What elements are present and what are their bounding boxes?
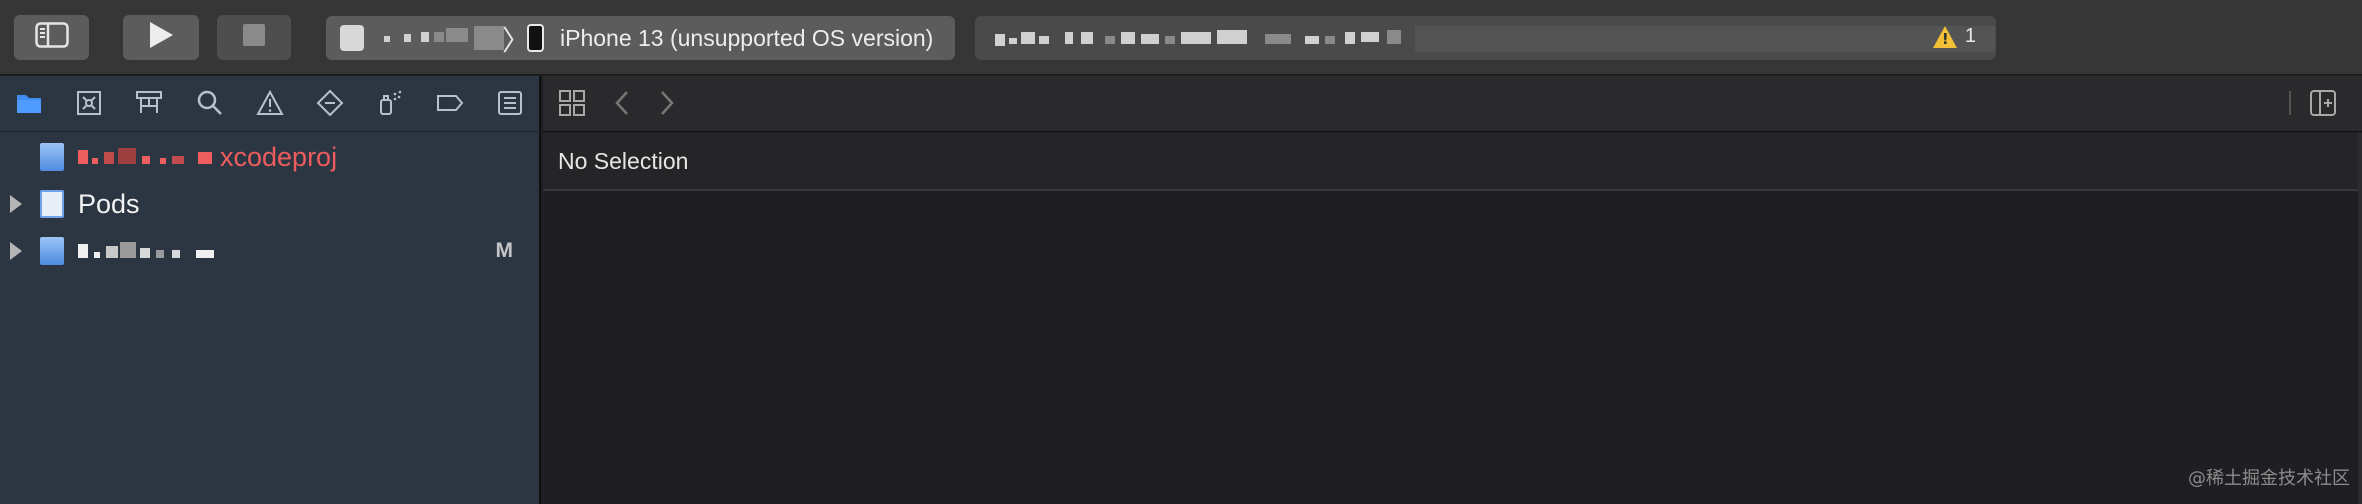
jump-bar: No Selection (543, 133, 2362, 191)
breakpoint-icon[interactable] (435, 88, 465, 118)
run-button[interactable] (123, 15, 199, 60)
modified-badge: M (495, 239, 514, 262)
source-control-icon[interactable] (74, 88, 104, 118)
project-filename: xcodeproj (220, 141, 338, 172)
issue-warning-icon[interactable] (255, 88, 285, 118)
forward-chevron-icon[interactable] (658, 89, 676, 122)
debug-spray-icon[interactable] (375, 88, 405, 118)
disclosure-triangle-icon[interactable] (10, 242, 22, 260)
stop-button[interactable] (217, 15, 291, 60)
project-navigator: xcodeproj Pods M (0, 76, 541, 504)
tree-item-pods[interactable]: Pods (0, 181, 541, 227)
editor-toolbar (543, 76, 2362, 132)
activity-view[interactable]: 1 (975, 16, 1996, 60)
hierarchy-icon[interactable] (134, 88, 164, 118)
watermark-text: @稀土掘金技术社区 (2188, 468, 2350, 489)
warning-icon (1932, 25, 1957, 48)
stop-icon (242, 23, 266, 52)
chevron-right-icon: 〉 (502, 25, 531, 56)
xcodeproj-file-icon (40, 143, 64, 171)
navigator-toggle-button[interactable] (14, 15, 89, 60)
related-items-grid-icon[interactable] (558, 89, 586, 122)
divider (2288, 89, 2292, 122)
add-editor-icon[interactable] (2309, 89, 2337, 122)
app-scheme-icon (340, 25, 364, 51)
back-chevron-icon[interactable] (613, 89, 631, 122)
search-icon[interactable] (195, 88, 225, 118)
warning-count: 1 (1964, 25, 1976, 47)
no-selection-label: No Selection (558, 148, 689, 174)
project-file-icon (40, 237, 64, 265)
sidebar-toggle-icon (34, 22, 69, 53)
xcode-window: 〉 iPhone 13 (unsupported OS version) ! 1… (0, 0, 2362, 504)
editor-area: No Selection @稀土掘金技术社区 (543, 76, 2362, 504)
play-icon (147, 20, 175, 55)
pods-label: Pods (78, 188, 140, 219)
scheme-selector[interactable]: 〉 iPhone 13 (unsupported OS version) (326, 16, 955, 60)
device-label: iPhone 13 (unsupported OS version) (560, 25, 934, 51)
test-diamond-icon[interactable] (315, 88, 345, 118)
folder-icon[interactable] (14, 88, 44, 118)
tree-item-xcodeproj[interactable]: xcodeproj (0, 134, 541, 180)
toolbar: 〉 iPhone 13 (unsupported OS version) ! 1 (0, 0, 2362, 75)
tree-item-app-group[interactable]: M (0, 228, 541, 274)
disclosure-triangle-icon[interactable] (10, 195, 22, 213)
report-icon[interactable] (495, 88, 525, 118)
iphone-icon (527, 24, 544, 52)
warning-indicator[interactable]: 1 (1932, 25, 1976, 48)
inspector-edge (2358, 133, 2362, 504)
navigator-selector-bar (0, 76, 541, 132)
pods-project-icon (40, 190, 64, 218)
